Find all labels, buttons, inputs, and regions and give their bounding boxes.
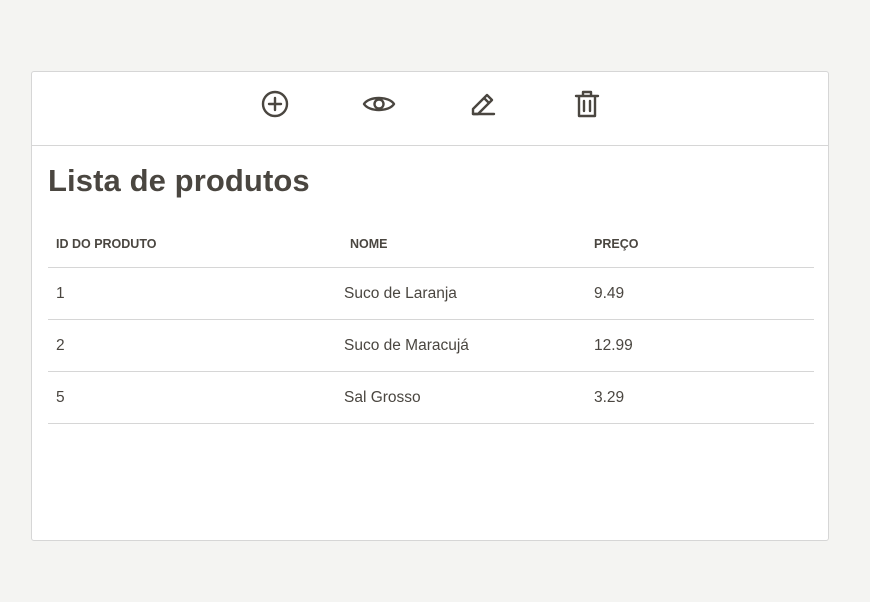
cell-preco: 3.29 — [586, 371, 814, 424]
cell-preco: 12.99 — [586, 319, 814, 372]
toolbar — [32, 72, 828, 146]
table-row[interactable]: 2 Suco de Maracujá 12.99 — [48, 319, 814, 372]
add-button[interactable] — [259, 88, 291, 120]
table-row[interactable]: 5 Sal Grosso 3.29 — [48, 371, 814, 424]
table-header-row: ID DO PRODUTO NOME PREÇO — [48, 221, 814, 268]
cell-id: 5 — [48, 371, 336, 424]
table-row[interactable]: 1 Suco de Laranja 9.49 — [48, 267, 814, 320]
header-nome[interactable]: NOME — [336, 221, 586, 268]
cell-id: 1 — [48, 267, 336, 320]
header-id[interactable]: ID DO PRODUTO — [48, 221, 336, 268]
eye-icon — [362, 92, 396, 116]
cell-nome: Suco de Maracujá — [336, 319, 586, 372]
cell-nome: Suco de Laranja — [336, 267, 586, 320]
add-circle-icon — [260, 89, 290, 119]
delete-button[interactable] — [571, 88, 603, 120]
cell-id: 2 — [48, 319, 336, 372]
edit-button[interactable] — [467, 88, 499, 120]
page-title: Lista de produtos — [48, 163, 310, 198]
cell-preco: 9.49 — [586, 267, 814, 320]
products-card: Lista de produtos ID DO PRODUTO NOME PRE… — [31, 71, 829, 541]
header-preco[interactable]: PREÇO — [586, 221, 814, 268]
view-button[interactable] — [362, 88, 396, 120]
cell-nome: Sal Grosso — [336, 371, 586, 424]
pencil-icon — [468, 89, 498, 119]
content: Lista de produtos ID DO PRODUTO NOME PRE… — [32, 146, 828, 424]
trash-icon — [573, 89, 601, 119]
products-table: ID DO PRODUTO NOME PREÇO 1 Suco de Laran… — [48, 221, 814, 424]
